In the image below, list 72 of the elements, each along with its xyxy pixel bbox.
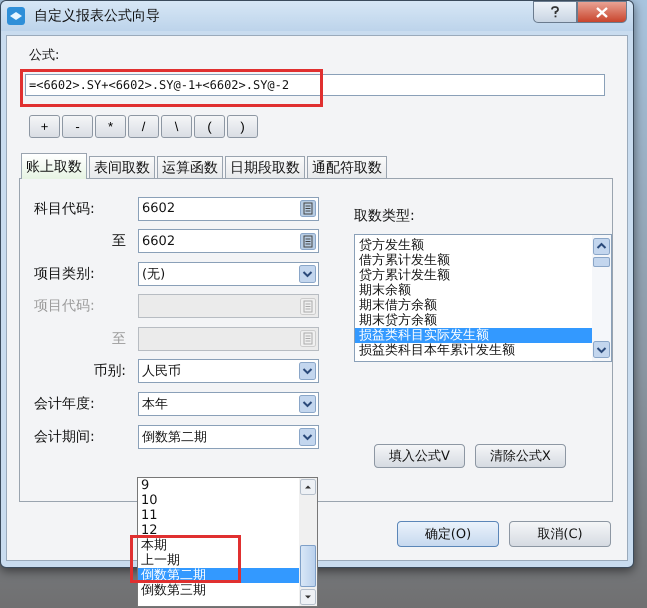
- scroll-thumb[interactable]: [593, 257, 610, 267]
- tab[interactable]: 通配符取数: [307, 156, 387, 178]
- operator-button[interactable]: (: [194, 115, 225, 138]
- tab[interactable]: 运算函数: [157, 156, 223, 178]
- dropdown-option[interactable]: 10: [138, 493, 299, 508]
- scroll-down-icon: [300, 589, 316, 605]
- code-field[interactable]: [138, 294, 319, 318]
- tab[interactable]: 日期段取数: [225, 156, 305, 178]
- window-title: 自定义报表公式向导: [34, 7, 160, 25]
- dropdown-option[interactable]: 上一期: [138, 553, 299, 568]
- field-value: 人民币: [142, 363, 181, 380]
- list-item[interactable]: 期末余额: [355, 283, 592, 298]
- dropdown[interactable]: (无): [138, 262, 319, 286]
- operator-button[interactable]: ): [227, 115, 258, 138]
- scrollbar[interactable]: [299, 478, 317, 606]
- scroll-up-icon: [300, 479, 316, 495]
- list-picker-icon: [300, 200, 316, 217]
- field-label: 科目代码:: [34, 200, 96, 218]
- list-picker-icon: [300, 330, 316, 348]
- field-label: 会计年度:: [34, 395, 96, 414]
- list-picker-icon: [300, 232, 316, 250]
- dropdown-option[interactable]: 倒数第三期: [138, 583, 299, 598]
- tab[interactable]: 表间取数: [89, 156, 155, 178]
- dropdown[interactable]: 倒数第二期: [138, 424, 319, 449]
- list-item[interactable]: 损益类科目本年累计发生额: [355, 343, 592, 358]
- operator-button[interactable]: \: [161, 115, 192, 138]
- operator-button[interactable]: +: [29, 115, 60, 138]
- field-value: 本年: [142, 396, 168, 414]
- field-label: 项目类别:: [34, 264, 96, 283]
- scroll-up-icon: [593, 238, 610, 255]
- close-icon: [596, 6, 608, 18]
- formula-label: 公式:: [29, 47, 60, 64]
- code-field[interactable]: [138, 326, 319, 351]
- list-item[interactable]: 期末贷方余额: [355, 313, 592, 328]
- scroll-thumb[interactable]: [300, 545, 316, 587]
- dialog-button[interactable]: 确定(O): [397, 521, 499, 547]
- help-icon: [550, 6, 560, 18]
- field-label: 至: [111, 330, 127, 348]
- dropdown[interactable]: 人民币: [138, 359, 319, 384]
- list-item[interactable]: 贷方发生额: [355, 238, 592, 253]
- app-icon: [7, 7, 25, 25]
- dropdown-option[interactable]: 9: [138, 478, 299, 493]
- action-button[interactable]: 填入公式V: [374, 444, 465, 468]
- formula-input[interactable]: =<6602>.SY+<6602>.SY@-1+<6602>.SY@-2: [25, 74, 605, 96]
- field-value: (无): [142, 266, 166, 283]
- field-label: 会计期间:: [34, 428, 96, 446]
- tab[interactable]: 账上取数: [21, 153, 87, 179]
- operator-button[interactable]: *: [95, 115, 126, 138]
- code-field[interactable]: 6602: [138, 196, 319, 220]
- field-label: 至: [111, 232, 127, 250]
- field-value: 6602: [142, 201, 176, 216]
- list-item[interactable]: 期末借方余额: [355, 298, 592, 313]
- dropdown[interactable]: 本年: [138, 392, 319, 416]
- field-value: 倒数第二期: [142, 428, 207, 446]
- list-picker-icon: [300, 298, 316, 315]
- field-label: 项目代码:: [34, 297, 96, 316]
- field-label: 币别:: [92, 362, 127, 380]
- list-item[interactable]: 贷方累计发生额: [355, 268, 592, 283]
- action-button[interactable]: 清除公式X: [474, 444, 566, 468]
- dropdown-option[interactable]: 12: [138, 523, 299, 538]
- code-field[interactable]: 6602: [138, 229, 319, 254]
- fetch-type-label: 取数类型:: [354, 207, 416, 225]
- dialog-button[interactable]: 取消(C): [509, 521, 611, 547]
- list-item[interactable]: 借方累计发生额: [355, 253, 592, 268]
- operator-button[interactable]: -: [62, 115, 93, 138]
- scrollbar[interactable]: [592, 235, 611, 361]
- operator-button[interactable]: /: [128, 115, 159, 138]
- field-value: 6602: [142, 234, 176, 249]
- scroll-down-icon: [593, 341, 610, 358]
- close-button[interactable]: [577, 1, 627, 23]
- help-button[interactable]: [533, 1, 577, 23]
- dropdown-option[interactable]: 11: [138, 508, 299, 523]
